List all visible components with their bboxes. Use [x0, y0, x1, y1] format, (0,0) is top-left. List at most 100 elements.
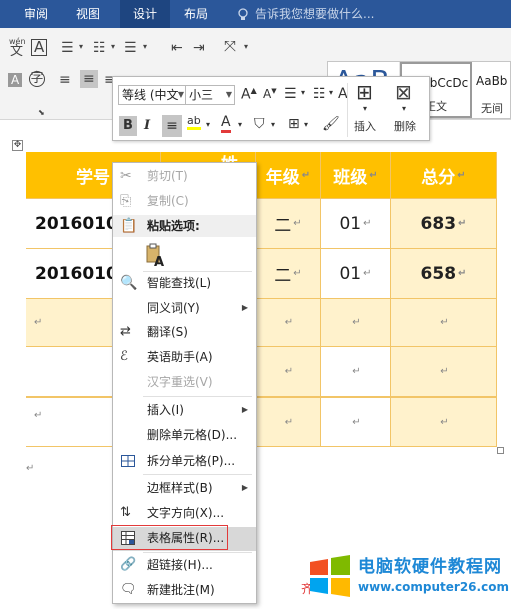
table-cell[interactable]: ↵ [321, 299, 391, 347]
table-cell[interactable]: ↵ [256, 347, 321, 397]
highlight-color-icon[interactable]: ab [187, 115, 201, 130]
table-move-handle[interactable]: ✥ [12, 140, 23, 151]
table-cell[interactable]: ↵ [391, 299, 497, 347]
font-color-icon[interactable]: A [221, 115, 231, 133]
font-size-value: 小三 [189, 88, 214, 102]
numbering-dropdown-icon[interactable]: ▾ [329, 89, 333, 97]
borders-icon[interactable]: ⊞ [288, 117, 300, 131]
shading-dropdown-icon[interactable]: ▾ [271, 121, 275, 129]
table-resize-handle[interactable] [497, 447, 504, 454]
numbering-dropdown-icon[interactable]: ▾ [111, 43, 115, 51]
menu-item-smart-lookup[interactable]: 🔍 智能查找(L) [113, 272, 256, 294]
table-header-cell[interactable]: 班级 ↵ [321, 152, 391, 199]
menu-item-copy[interactable]: ⎘ 复制(C) [113, 190, 256, 212]
ribbon-tab-bar: 审阅 视图 设计 布局 告诉我您想要做什么... [0, 0, 511, 28]
delete-table-icon[interactable]: ⊠ [395, 82, 412, 102]
menu-item-text-direction[interactable]: ⇅ 文字方向(X)... [113, 502, 256, 524]
hyperlink-icon: 🔗 [120, 557, 137, 572]
lightbulb-icon [238, 8, 248, 20]
align-center-icon[interactable]: ≡ [80, 70, 98, 88]
tell-me-search[interactable]: 告诉我您想要做什么... [237, 0, 374, 28]
align-left-icon[interactable]: ≡ [59, 73, 71, 87]
table-cell[interactable]: ↵ [256, 299, 321, 347]
menu-item-paste-keep-text[interactable]: A [113, 241, 256, 270]
font-color-dropdown-icon[interactable]: ▾ [238, 121, 242, 129]
phonetic-guide-icon[interactable]: 文 [10, 45, 23, 58]
increase-indent-icon[interactable]: ⇥ [193, 41, 205, 55]
shrink-font-icon[interactable]: A▼ [263, 88, 277, 101]
character-border-icon[interactable]: A [31, 39, 48, 56]
bullets-icon[interactable]: ☰ [284, 87, 297, 101]
menu-item-synonyms[interactable]: 同义词(Y) ▶ [113, 297, 256, 319]
menu-item-split-cells[interactable]: 拆分单元格(P)... [113, 450, 256, 472]
center-align-button[interactable]: ≡ [162, 115, 182, 137]
table-cell[interactable]: ↵ [391, 397, 497, 447]
table-cell[interactable]: ↵ [321, 397, 391, 447]
font-name-combo[interactable]: 等线 (中文 ▼ [118, 85, 187, 105]
chinese-layout-icon[interactable]: ⤧ [224, 39, 236, 54]
menu-item-reconvert[interactable]: 汉字重选(V) [113, 371, 256, 393]
delete-dropdown-icon[interactable]: ▾ [402, 105, 406, 113]
menu-item-insert[interactable]: 插入(I) ▶ [113, 399, 256, 421]
bullets-icon[interactable]: ☰ [61, 41, 74, 55]
bullets-dropdown-icon[interactable]: ▾ [79, 43, 83, 51]
table-cell[interactable]: 01 ↵ [321, 249, 391, 299]
style-no-spacing[interactable]: AaBb 无间 [472, 62, 511, 118]
font-dialog-launcher-icon[interactable]: ⬊ [38, 109, 45, 117]
menu-item-new-comment[interactable]: 🗨 新建批注(M) [113, 579, 256, 601]
watermark: 齐 电脑软硬件教程网 www.computer26.com [297, 550, 511, 609]
table-cell[interactable]: 683 ↵ [391, 199, 497, 249]
menu-item-translate[interactable]: ⇄ 翻译(S) [113, 321, 256, 343]
multilevel-dropdown-icon[interactable]: ▾ [143, 43, 147, 51]
highlight-dropdown-icon[interactable]: ▾ [206, 121, 210, 129]
menu-item-table-properties[interactable]: 表格属性(R)... [113, 527, 256, 551]
tab-design[interactable]: 设计 [120, 0, 170, 28]
delete-button-label[interactable]: 删除 [394, 118, 416, 134]
watermark-title: 电脑软硬件教程网 [358, 557, 502, 577]
smart-lookup-icon: 🔍 [120, 275, 138, 291]
insert-button-label[interactable]: 插入 [354, 118, 376, 134]
menu-separator [143, 552, 252, 553]
table-cell[interactable]: 658 ↵ [391, 249, 497, 299]
chinese-layout-dropdown-icon[interactable]: ▾ [244, 43, 248, 51]
grow-font-icon[interactable]: A▲ [241, 87, 257, 102]
table-header-cell[interactable]: 年级 ↵ [256, 152, 321, 199]
style-no-spacing-caption: 无间 [481, 102, 503, 115]
paste-keep-text-icon: A [145, 243, 167, 270]
tab-review[interactable]: 审阅 [14, 0, 58, 28]
insert-dropdown-icon[interactable]: ▾ [363, 105, 367, 113]
menu-item-delete-cells[interactable]: 删除单元格(D)... [113, 424, 256, 446]
tab-layout[interactable]: 布局 [174, 0, 218, 28]
table-header-cell[interactable]: 总分 ↵ [391, 152, 497, 199]
watermark-url: www.computer26.com [358, 580, 509, 594]
table-cell[interactable]: ↵ [256, 397, 321, 447]
menu-item-cut[interactable]: ✂ 剪切(T) [113, 165, 256, 187]
menu-item-border-styles[interactable]: 边框样式(B) ▶ [113, 477, 256, 499]
decrease-indent-icon[interactable]: ⇤ [171, 41, 183, 55]
character-shading-icon[interactable]: A [8, 73, 23, 87]
shading-icon[interactable]: ⛉ [254, 117, 265, 131]
font-size-combo[interactable]: 小三 ▼ [185, 85, 235, 105]
numbering-icon[interactable]: ☷ [313, 87, 326, 101]
tab-view[interactable]: 视图 [66, 0, 110, 28]
table-cell[interactable]: 01 ↵ [321, 199, 391, 249]
copy-icon: ⎘ [120, 193, 132, 209]
format-painter-icon[interactable]: 🖌 [322, 117, 340, 131]
italic-button[interactable]: I [144, 119, 150, 132]
menu-item-hyperlink[interactable]: 🔗 超链接(H)... [113, 554, 256, 576]
table-cell[interactable]: 二 ↵ [256, 249, 321, 299]
table-cell[interactable]: ↵ [321, 347, 391, 397]
numbering-icon[interactable]: ☷ [93, 41, 106, 55]
enclose-characters-icon[interactable]: 字 [29, 71, 45, 87]
multilevel-list-icon[interactable]: ☰ [124, 41, 137, 55]
table-cell[interactable]: 二 ↵ [256, 199, 321, 249]
bold-button[interactable]: B [119, 116, 137, 136]
table-cell[interactable]: ↵ [391, 347, 497, 397]
translate-icon: ⇄ [120, 324, 131, 339]
bullets-dropdown-icon[interactable]: ▾ [301, 89, 305, 97]
insert-table-icon[interactable]: ⊞ [356, 82, 373, 102]
menu-separator [143, 474, 252, 475]
menu-item-english-assistant[interactable]: ℰ 英语助手(A) [113, 346, 256, 368]
paragraph-mark: ↵ [26, 463, 35, 474]
borders-dropdown-icon[interactable]: ▾ [304, 121, 308, 129]
